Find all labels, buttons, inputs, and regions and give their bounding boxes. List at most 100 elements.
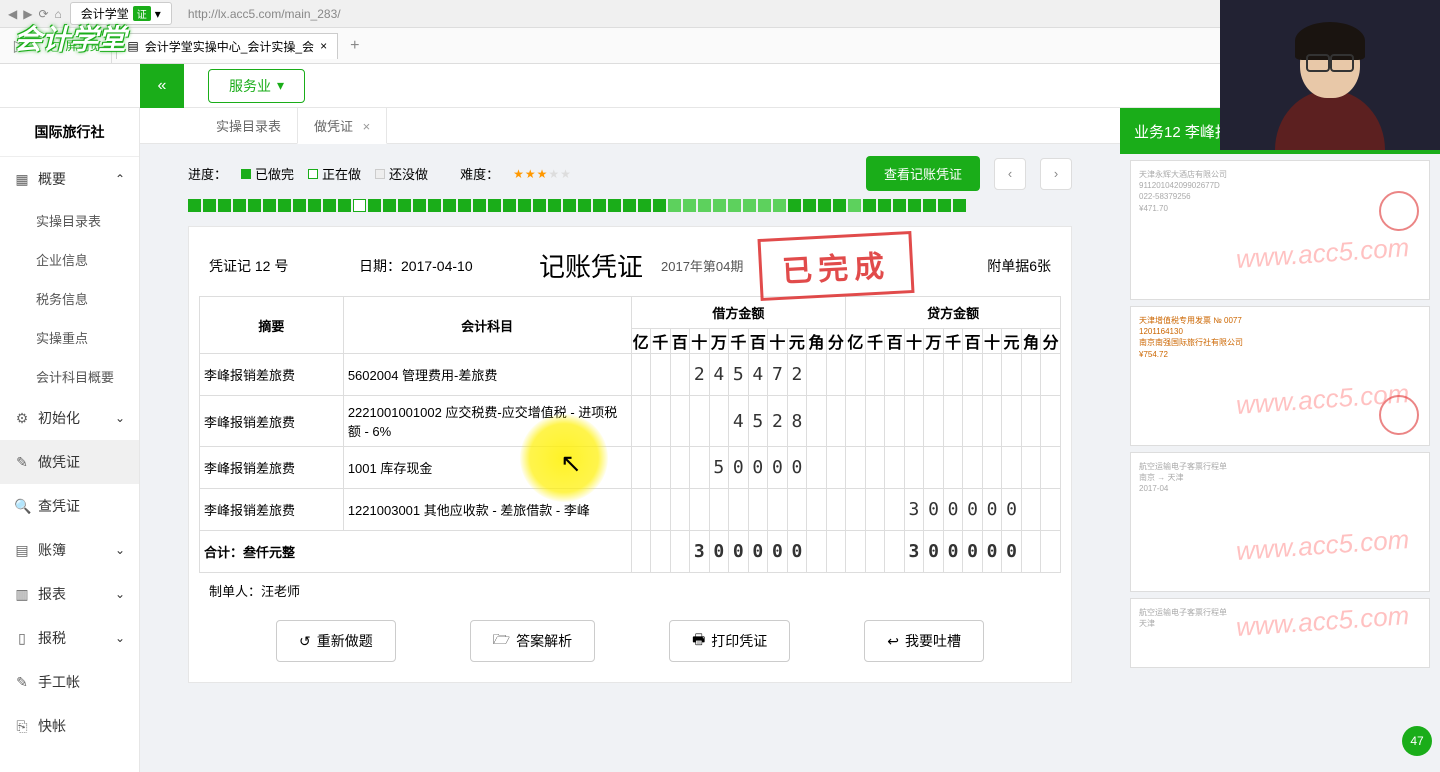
sidebar-item-manual[interactable]: ✎ 手工帐 [0,660,139,704]
progress-square[interactable] [383,199,396,212]
progress-square[interactable] [563,199,576,212]
sidebar-sub-accounts[interactable]: 会计科目概要 [0,357,139,396]
pencil-icon: ✎ [14,454,30,471]
document-thumb-4[interactable]: 航空运输电子客票行程单天津 [1130,598,1430,668]
progress-square[interactable] [218,199,231,212]
progress-square[interactable] [848,199,861,212]
progress-square[interactable] [533,199,546,212]
url-bar[interactable]: http://lx.acc5.com/main_283/ [188,7,341,21]
progress-square[interactable] [323,199,336,212]
progress-square[interactable] [653,199,666,212]
progress-square[interactable] [638,199,651,212]
sidebar-sub-focus[interactable]: 实操重点 [0,318,139,357]
progress-square[interactable] [893,199,906,212]
progress-square[interactable] [443,199,456,212]
prev-button[interactable]: ‹ [994,158,1026,190]
digit-unit: 元 [787,329,807,354]
progress-square[interactable] [233,199,246,212]
browser-tab-active[interactable]: ▤ 会计学堂实操中心_会计实操_会 × [116,33,338,59]
progress-square[interactable] [773,199,786,212]
progress-square[interactable] [203,199,216,212]
progress-square[interactable] [518,199,531,212]
progress-square[interactable] [683,199,696,212]
progress-square[interactable] [713,199,726,212]
digit-cell [1041,447,1061,489]
progress-square[interactable] [188,199,201,212]
progress-square[interactable] [488,199,501,212]
float-badge[interactable]: 47 [1402,726,1432,756]
digit-cell [631,489,651,531]
feedback-button[interactable]: ↩我要吐槽 [864,620,984,662]
redo-button[interactable]: ↺重新做题 [276,620,396,662]
label: 概要 [38,169,66,189]
sidebar-sub-catalog[interactable]: 实操目录表 [0,201,139,240]
digit-cell [846,447,866,489]
progress-square[interactable] [398,199,411,212]
progress-square[interactable] [338,199,351,212]
progress-square[interactable] [758,199,771,212]
close-icon[interactable]: × [363,119,371,134]
sidebar-item-make-voucher[interactable]: ✎ 做凭证 [0,440,139,484]
tab-make-voucher[interactable]: 做凭证 × [297,108,387,144]
digit-cell: 2 [768,396,788,447]
progress-square[interactable] [368,199,381,212]
progress-square[interactable] [413,199,426,212]
progress-square[interactable] [248,199,261,212]
tab-catalog[interactable]: 实操目录表 [200,108,297,143]
progress-square[interactable] [293,199,306,212]
progress-square[interactable] [278,199,291,212]
progress-square[interactable] [923,199,936,212]
digit-unit: 分 [1041,329,1061,354]
progress-square[interactable] [788,199,801,212]
progress-square[interactable] [458,199,471,212]
document-thumb-1[interactable]: 天津永辉大酒店有限公司91120104209902677D022-5837925… [1130,160,1430,300]
view-voucher-button[interactable]: 查看记账凭证 [866,156,980,191]
document-thumb-3[interactable]: 航空运输电子客票行程单南京 → 天津2017-04 [1130,452,1430,592]
digit-cell [748,489,768,531]
add-tab-button[interactable]: + [338,37,371,55]
progress-square[interactable] [263,199,276,212]
progress-square[interactable] [818,199,831,212]
progress-square[interactable] [908,199,921,212]
sidebar-sub-company[interactable]: 企业信息 [0,240,139,279]
sidebar-item-query-voucher[interactable]: 🔍 查凭证 [0,484,139,528]
industry-dropdown[interactable]: 服务业 ▾ [208,69,305,103]
progress-square[interactable] [428,199,441,212]
progress-square[interactable] [863,199,876,212]
print-button[interactable]: 🖶打印凭证 [669,620,790,662]
progress-square[interactable] [938,199,951,212]
digit-cell: 0 [1002,531,1022,573]
digit-cell [865,531,885,573]
close-icon[interactable]: × [320,39,327,53]
progress-square[interactable] [833,199,846,212]
sidebar-item-books[interactable]: ▤ 账簿 ⌄ [0,528,139,572]
progress-square[interactable] [728,199,741,212]
progress-square[interactable] [353,199,366,212]
progress-square[interactable] [803,199,816,212]
collapse-sidebar-button[interactable]: « [140,64,184,108]
progress-square[interactable] [593,199,606,212]
sidebar-item-init[interactable]: ⚙ 初始化 ⌄ [0,396,139,440]
progress-square[interactable] [473,199,486,212]
progress-square[interactable] [698,199,711,212]
digit-cell [670,531,690,573]
progress-square[interactable] [308,199,321,212]
progress-square[interactable] [878,199,891,212]
sidebar-sub-tax[interactable]: 税务信息 [0,279,139,318]
progress-square[interactable] [668,199,681,212]
progress-square[interactable] [953,199,966,212]
progress-square[interactable] [578,199,591,212]
sidebar-item-tax[interactable]: ▯ 报税 ⌄ [0,616,139,660]
sidebar-item-overview[interactable]: ▦ 概要 ⌃ [0,157,139,201]
progress-square[interactable] [743,199,756,212]
digit-cell [904,354,924,396]
sidebar-item-reports[interactable]: ▥ 报表 ⌄ [0,572,139,616]
progress-square[interactable] [623,199,636,212]
answer-button[interactable]: 🗁答案解析 [470,620,595,662]
document-thumb-2[interactable]: 天津增值税专用发票 № 00771201164130南京南强国际旅行社有限公司¥… [1130,306,1430,446]
progress-square[interactable] [503,199,516,212]
progress-square[interactable] [608,199,621,212]
progress-square[interactable] [548,199,561,212]
next-button[interactable]: › [1040,158,1072,190]
sidebar-item-quick[interactable]: ⎘ 快帐 [0,704,139,748]
